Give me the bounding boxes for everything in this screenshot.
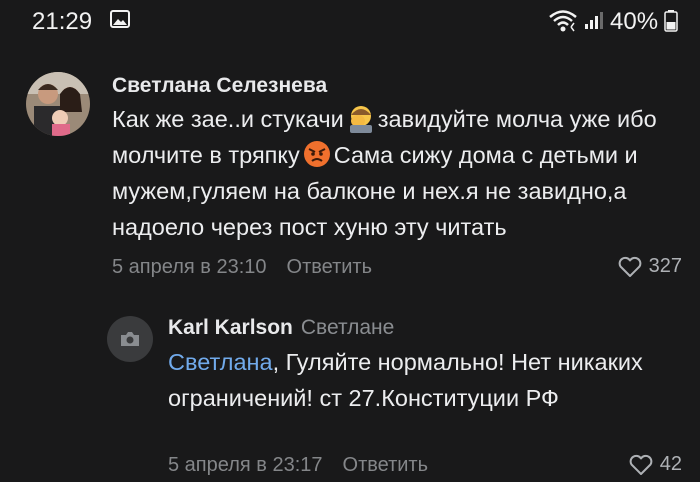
comment-date: 5 апреля в 23:10: [112, 256, 267, 278]
comment: Светлана Селезнева Как же зае..и стукачи…: [0, 66, 700, 286]
comment-date: 5 апреля в 23:17: [168, 454, 323, 476]
status-time: 21:29: [32, 8, 93, 35]
battery-icon: [664, 10, 678, 32]
avatar[interactable]: [26, 72, 90, 136]
comment-author: Karl Karlson Светлане: [168, 316, 394, 340]
heart-icon: [618, 256, 641, 277]
reply-to-label[interactable]: Светлане: [301, 316, 394, 339]
signal-icon: [585, 12, 603, 29]
reply-button[interactable]: Ответить: [287, 256, 373, 278]
author-name[interactable]: Karl Karlson: [168, 316, 293, 339]
reply-button[interactable]: Ответить: [343, 454, 429, 476]
avatar[interactable]: [107, 316, 153, 362]
angry-face-emoji: [303, 141, 330, 167]
like-count: 327: [648, 255, 682, 277]
comment-text: Как же зае..и стукачи завидуйте молча уж…: [112, 101, 692, 245]
wifi-icon: [549, 10, 577, 32]
face-palm-emoji: [349, 106, 372, 133]
status-bar: 21:29 40%: [0, 0, 700, 44]
comment-reply: Karl Karlson Светлане Светлана, Гуляйте н…: [0, 306, 700, 482]
comment-meta: 5 апреля в 23:17 Ответить: [168, 454, 428, 477]
battery-percent: 40%: [610, 8, 659, 35]
mention-link[interactable]: Светлана: [168, 349, 273, 375]
comment-author[interactable]: Светлана Селезнева: [112, 74, 327, 98]
comment-meta: 5 апреля в 23:10 Ответить: [112, 256, 372, 279]
like-button[interactable]: 327: [617, 255, 682, 278]
heart-icon: [629, 454, 653, 475]
gallery-icon: [110, 10, 130, 28]
avatar-photo: [26, 72, 90, 136]
comment-text-part: Как же зае..и стукачи: [112, 106, 344, 132]
camera-icon: [121, 332, 139, 346]
like-count: 42: [659, 453, 682, 475]
like-button[interactable]: 42: [628, 453, 682, 476]
comment-text: Светлана, Гуляйте нормально! Нет никаких…: [168, 344, 688, 416]
